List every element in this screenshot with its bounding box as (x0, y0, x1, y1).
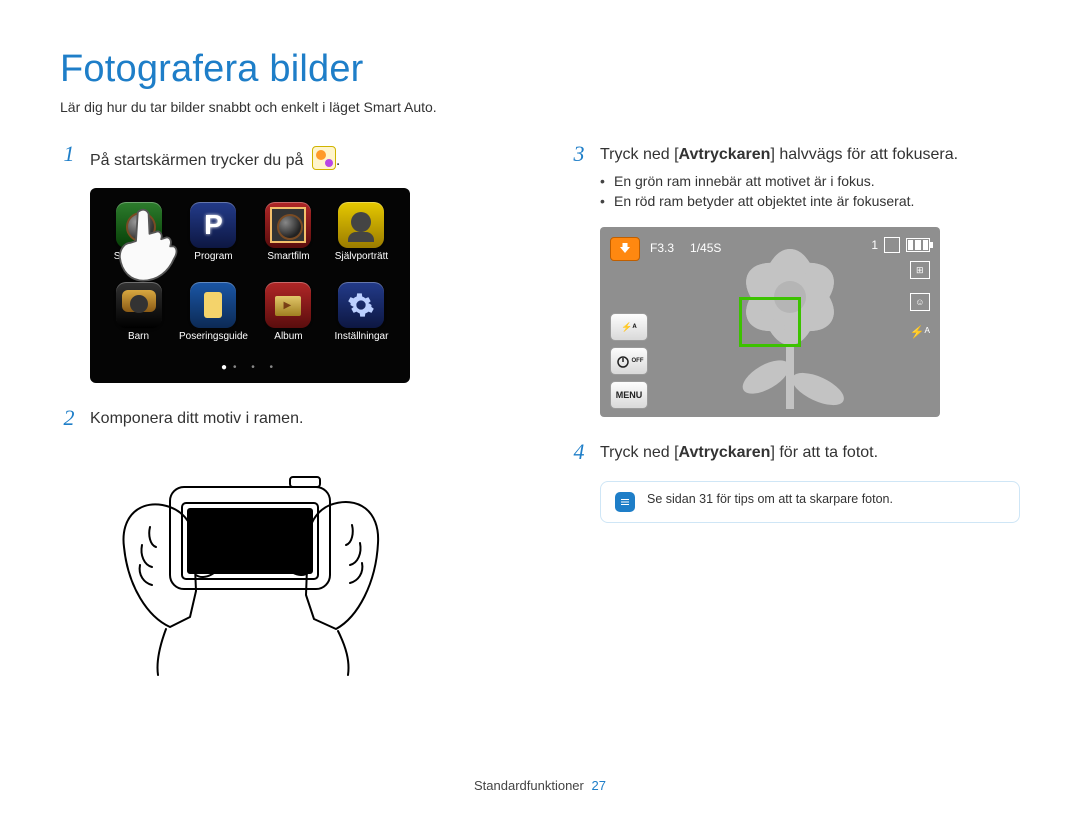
child-icon (116, 282, 162, 328)
flash-indicator-icon: ⚡ᴬ (910, 325, 930, 339)
tip-text: Se sidan 31 för tips om att ta skarpare … (647, 492, 893, 506)
camera-preview: F3.3 1/45S ⚡ᴬ OFF MENU 1 (600, 227, 940, 417)
focus-frame (739, 297, 801, 347)
pose-icon (190, 282, 236, 328)
step-4-text: Tryck ned [Avtryckaren] för att ta fotot… (600, 441, 878, 462)
app-child[interactable]: Barn (106, 282, 171, 352)
face-detection-icon: ☺ (910, 293, 930, 311)
self-label: Självporträtt (335, 251, 388, 262)
settings-icon (338, 282, 384, 328)
page-subtitle: Lär dig hur du tar bilder snabbt och enk… (60, 99, 1020, 115)
timer-button[interactable]: OFF (610, 347, 648, 375)
tip-box: Se sidan 31 för tips om att ta skarpare … (600, 481, 1020, 523)
program-label: Program (194, 251, 232, 262)
home-screen: Smart Auto Program Smartfilm Självporträtt B… (90, 188, 410, 383)
note-icon (615, 492, 635, 512)
smart-auto-icon (312, 146, 336, 170)
camera-illustration (100, 447, 400, 677)
program-icon (190, 202, 236, 248)
pose-label: Poseringsguide (179, 331, 248, 342)
aperture-value: F3.3 (650, 241, 674, 255)
album-label: Album (274, 331, 302, 342)
smartauto-icon (116, 202, 162, 248)
app-smartfilm[interactable]: Smartfilm (256, 202, 321, 272)
step-2: 2 Komponera ditt motiv i ramen. (60, 407, 510, 429)
app-self[interactable]: Självporträtt (329, 202, 394, 272)
memory-icon (884, 237, 900, 253)
step-1-text: På startskärmen trycker du på . (90, 143, 340, 170)
image-stabilizer-icon: ⊞ (910, 261, 930, 279)
smartauto-label: Smart Auto (114, 251, 163, 262)
album-icon (265, 282, 311, 328)
step-3: 3 Tryck ned [Avtryckaren] halvvägs för a… (570, 143, 1020, 165)
step-1-number: 1 (60, 143, 78, 165)
flash-button[interactable]: ⚡ᴬ (610, 313, 648, 341)
bullet-green-frame: En grön ram innebär att motivet är i fok… (600, 173, 1020, 189)
app-pose[interactable]: Poseringsguide (179, 282, 248, 352)
page-footer: Standardfunktioner 27 (0, 778, 1080, 793)
step-2-text: Komponera ditt motiv i ramen. (90, 407, 303, 428)
app-smartauto[interactable]: Smart Auto (106, 202, 171, 272)
settings-label: Inställningar (335, 331, 389, 342)
page-indicator: ●• • • (106, 362, 394, 373)
step-2-number: 2 (60, 407, 78, 429)
app-program[interactable]: Program (179, 202, 248, 272)
shutter-value: 1/45S (690, 241, 721, 255)
bullet-red-frame: En röd ram betyder att objektet inte är … (600, 193, 1020, 209)
menu-button[interactable]: MENU (610, 381, 648, 409)
step-3-number: 3 (570, 143, 588, 165)
step-4-number: 4 (570, 441, 588, 463)
app-album[interactable]: Album (256, 282, 321, 352)
app-settings[interactable]: Inställningar (329, 282, 394, 352)
smartfilm-icon (265, 202, 311, 248)
step-4: 4 Tryck ned [Avtryckaren] för att ta fot… (570, 441, 1020, 463)
page-title: Fotografera bilder (60, 48, 1020, 91)
self-icon (338, 202, 384, 248)
child-label: Barn (128, 331, 149, 342)
macro-mode-icon (610, 237, 640, 261)
smartfilm-label: Smartfilm (267, 251, 309, 262)
shots-remaining: 1 (871, 238, 878, 252)
step-1: 1 På startskärmen trycker du på . (60, 143, 510, 170)
battery-icon (906, 238, 930, 252)
step-3-text: Tryck ned [Avtryckaren] halvvägs för att… (600, 143, 958, 164)
